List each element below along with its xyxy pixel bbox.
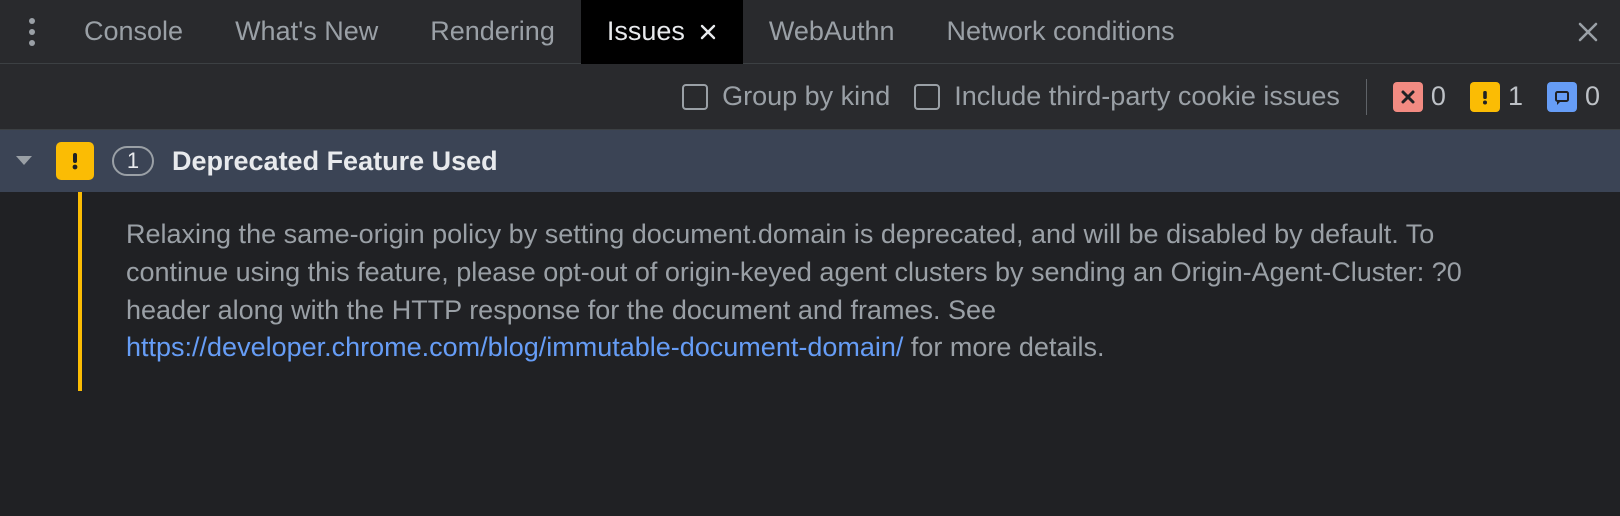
divider (1366, 79, 1367, 115)
count-value: 1 (127, 148, 139, 174)
issue-title: Deprecated Feature Used (172, 146, 498, 177)
kebab-icon[interactable] (6, 0, 58, 64)
chevron-down-icon[interactable] (10, 154, 38, 168)
tab-whats-new[interactable]: What's New (209, 0, 404, 64)
issue-row-header[interactable]: 1 Deprecated Feature Used (0, 130, 1620, 192)
checkbox-box-icon (682, 84, 708, 110)
warning-icon (56, 142, 94, 180)
issue-body: Relaxing the same-origin policy by setti… (0, 192, 1620, 391)
tab-webauthn[interactable]: WebAuthn (743, 0, 921, 64)
tab-label: Issues (607, 16, 685, 47)
tab-label: What's New (235, 16, 378, 47)
count-value: 0 (1585, 81, 1600, 112)
issue-count-pill: 1 (112, 146, 154, 176)
errors-count[interactable]: 0 (1393, 81, 1446, 112)
count-value: 0 (1431, 81, 1446, 112)
tab-strip: Console What's New Rendering Issues WebA… (0, 0, 1620, 64)
warnings-count[interactable]: 1 (1470, 81, 1523, 112)
issue-body-text: Relaxing the same-origin policy by setti… (126, 219, 1462, 325)
tab-network-conditions[interactable]: Network conditions (920, 0, 1200, 64)
issue-description: Relaxing the same-origin policy by setti… (82, 192, 1582, 391)
count-value: 1 (1508, 81, 1523, 112)
tab-label: WebAuthn (769, 16, 895, 47)
close-panel-button[interactable] (1556, 0, 1620, 64)
checkbox-label: Include third-party cookie issues (954, 81, 1340, 112)
issue-learn-more-link[interactable]: https://developer.chrome.com/blog/immuta… (126, 332, 903, 362)
include-third-party-checkbox[interactable]: Include third-party cookie issues (914, 81, 1340, 112)
tab-console[interactable]: Console (58, 0, 209, 64)
checkbox-box-icon (914, 84, 940, 110)
tab-label: Network conditions (946, 16, 1174, 47)
warning-icon (1470, 82, 1500, 112)
tab-label: Rendering (430, 16, 555, 47)
group-by-kind-checkbox[interactable]: Group by kind (682, 81, 890, 112)
tab-issues[interactable]: Issues (581, 0, 743, 64)
tab-rendering[interactable]: Rendering (404, 0, 581, 64)
info-count[interactable]: 0 (1547, 81, 1600, 112)
tab-label: Console (84, 16, 183, 47)
issues-toolbar: Group by kind Include third-party cookie… (0, 64, 1620, 130)
error-icon (1393, 82, 1423, 112)
info-icon (1547, 82, 1577, 112)
checkbox-label: Group by kind (722, 81, 890, 112)
issue-body-text-after: for more details. (903, 332, 1104, 362)
close-icon[interactable] (699, 23, 717, 41)
